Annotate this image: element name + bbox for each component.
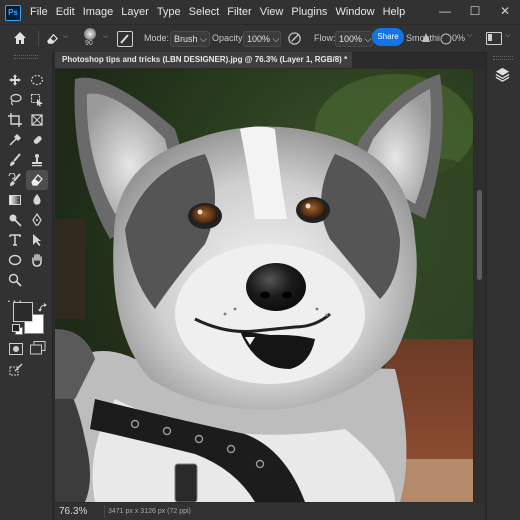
canvas[interactable] [55, 69, 473, 502]
chevron-down-icon[interactable]: ⌵ [467, 32, 472, 40]
close-button[interactable]: ✕ [490, 0, 520, 24]
empty-slot [26, 270, 48, 290]
menu-items: File Edit Image Layer Type Select Filter… [26, 0, 409, 24]
marquee-tool-icon[interactable] [26, 70, 48, 90]
zoom-level[interactable]: 76.3% [59, 506, 87, 517]
corgi-photo [55, 69, 473, 502]
layers-panel-icon[interactable] [494, 66, 512, 84]
angle-value: 0% [452, 33, 466, 43]
pen-tool-icon[interactable] [26, 210, 48, 230]
menu-select[interactable]: Select [185, 0, 224, 24]
lasso-tool-icon[interactable] [4, 90, 26, 110]
menu-layer[interactable]: Layer [117, 0, 153, 24]
flow-field[interactable]: 100% ⌵ [335, 31, 373, 47]
chevron-down-icon[interactable]: ⌵ [63, 33, 68, 41]
maximize-button[interactable]: ☐ [460, 0, 490, 24]
opacity-field[interactable]: 100% ⌵ [243, 31, 281, 47]
flow-label: Flow: [314, 33, 336, 43]
scrollbar-thumb[interactable] [477, 190, 482, 280]
clone-stamp-tool-icon[interactable] [26, 150, 48, 170]
gradient-tool-icon[interactable] [4, 190, 26, 210]
quick-mask-icon[interactable] [9, 342, 23, 355]
eraser-icon[interactable] [45, 31, 61, 47]
menu-view[interactable]: View [256, 0, 288, 24]
menu-window[interactable]: Window [331, 0, 378, 24]
swap-colors-icon[interactable] [38, 300, 48, 312]
brush-size-value: 90 [85, 40, 93, 47]
edit-toolbar-icon[interactable] [9, 363, 23, 377]
blur-tool-icon[interactable] [26, 190, 48, 210]
document-tab[interactable]: Photoshop tips and tricks (LBN DESIGNER)… [55, 52, 352, 68]
menu-bar: Ps File Edit Image Layer Type Select Fil… [0, 0, 520, 24]
menu-help[interactable]: Help [379, 0, 410, 24]
brush-tool-icon[interactable] [4, 150, 26, 170]
menu-image[interactable]: Image [79, 0, 118, 24]
history-brush-tool-icon[interactable] [4, 170, 26, 190]
eyedropper-tool-icon[interactable] [4, 130, 26, 150]
chevron-down-icon[interactable]: ⌵ [103, 33, 108, 41]
menu-plugins[interactable]: Plugins [287, 0, 331, 24]
flow-value: 100% [339, 34, 363, 44]
brush-settings-icon[interactable] [117, 31, 133, 47]
path-selection-tool-icon[interactable] [26, 230, 48, 250]
move-tool-icon[interactable] [4, 70, 26, 90]
opacity-value: 100% [247, 34, 271, 44]
brush-preview-icon[interactable] [84, 28, 96, 40]
document-info[interactable]: 3471 px x 3126 px (72 ppi) [108, 508, 191, 515]
angle-icon[interactable] [440, 32, 452, 45]
panel-dock [486, 52, 520, 520]
mode-label: Mode: [144, 33, 170, 43]
foreground-color-swatch[interactable] [13, 302, 33, 322]
share-button[interactable]: Share [372, 28, 404, 46]
default-colors-icon[interactable] [12, 324, 23, 335]
opacity-label: Opacity: [212, 33, 246, 43]
mode-value: Brush [174, 34, 198, 44]
tools-panel: ··· [0, 52, 53, 520]
object-selection-tool-icon[interactable] [26, 90, 48, 110]
chevron-down-icon[interactable]: ⌵ [505, 32, 510, 40]
panel-grip[interactable] [493, 56, 513, 60]
status-divider [104, 505, 105, 518]
pressure-opacity-icon[interactable] [287, 31, 303, 47]
screen-mode-icon[interactable] [30, 341, 46, 355]
options-divider [38, 31, 39, 46]
home-icon[interactable] [12, 30, 30, 48]
options-bar: ⌵ 90 ⌵ Mode: Brush ⌵ Opacity: 100% ⌵ Flo… [0, 24, 520, 53]
document-tab-title: Photoshop tips and tricks (LBN DESIGNER)… [62, 55, 348, 64]
rectangle-tool-icon[interactable] [4, 250, 26, 270]
airbrush-icon[interactable] [418, 30, 434, 46]
spot-healing-tool-icon[interactable] [26, 130, 48, 150]
menu-type[interactable]: Type [153, 0, 185, 24]
eraser-tool-icon[interactable] [26, 170, 48, 190]
frame-tool-icon[interactable] [26, 110, 48, 130]
panel-grip[interactable] [14, 55, 38, 59]
hand-tool-icon[interactable] [26, 250, 48, 270]
dodge-tool-icon[interactable] [4, 210, 26, 230]
mode-select[interactable]: Brush ⌵ [170, 31, 210, 47]
type-tool-icon[interactable] [4, 230, 26, 250]
vertical-scrollbar[interactable] [474, 69, 484, 502]
minimize-button[interactable]: — [430, 0, 460, 24]
menu-file[interactable]: File [26, 0, 52, 24]
zoom-tool-icon[interactable] [4, 270, 26, 290]
workspace-icon[interactable] [486, 32, 502, 45]
photoshop-logo[interactable]: Ps [5, 5, 21, 21]
menu-edit[interactable]: Edit [52, 0, 79, 24]
crop-tool-icon[interactable] [4, 110, 26, 130]
menu-filter[interactable]: Filter [223, 0, 255, 24]
